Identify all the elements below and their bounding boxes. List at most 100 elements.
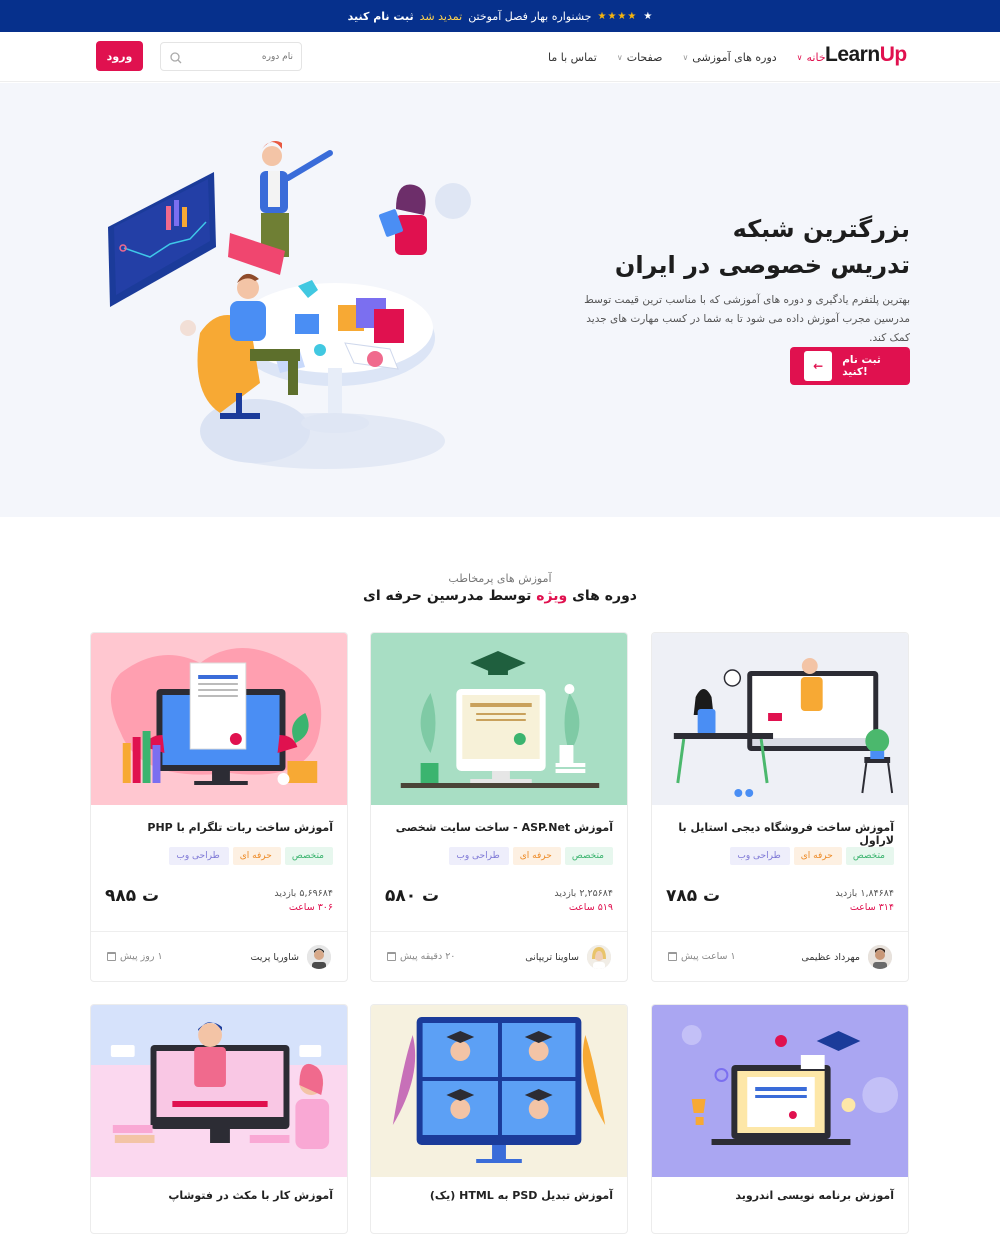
nav-item-home[interactable]: ∨ خانه — [797, 51, 826, 64]
course-tags: متخصص حرفه ای طراحی وب — [449, 847, 613, 865]
arrow-left-icon: ← — [804, 351, 833, 381]
course-views: ۱,۸۴۶۸۴ بازدید — [835, 888, 894, 899]
tag-level[interactable]: متخصص — [284, 847, 333, 865]
teacher-name[interactable]: مهرداد عظیمی — [801, 952, 860, 963]
section-subtitle: آموزش های پرمخاطب — [448, 572, 552, 585]
announcement-bar: ثبت نام کنید تمدید شد جشنواره بهار فصل آ… — [0, 0, 1000, 32]
section-title-prefix: دوره های — [572, 588, 637, 604]
course-teacher[interactable]: ساوینا تریپانی — [525, 945, 611, 969]
course-card[interactable]: آموزش ASP.Net - ساخت سایت شخصی متخصص حرف… — [370, 632, 628, 982]
course-time: ۱ ساعت پیش — [668, 951, 736, 962]
tag-level[interactable]: متخصص — [845, 847, 894, 865]
site-logo[interactable]: LearnUp — [825, 43, 907, 67]
logo-learn: Learn — [825, 43, 880, 66]
section-title-highlight: ویژه — [536, 588, 568, 604]
course-thumbnail[interactable] — [652, 633, 908, 805]
announcement-register-link[interactable]: ثبت نام کنید — [348, 10, 414, 23]
course-views: ۲,۲۵۶۸۴ بازدید — [554, 888, 613, 899]
tag-category[interactable]: طراحی وب — [169, 847, 229, 865]
calendar-icon — [668, 952, 677, 961]
avatar[interactable] — [868, 945, 892, 969]
course-tags: متخصص حرفه ای طراحی وب — [169, 847, 333, 865]
calendar-icon — [387, 952, 396, 961]
card-divider — [652, 931, 908, 932]
course-title[interactable]: آموزش ASP.Net - ساخت سایت شخصی — [383, 821, 613, 834]
hero-title-line: تدریس خصوصی در ایران — [614, 251, 910, 279]
course-views: ۵,۶۹۶۸۴ بازدید — [274, 888, 333, 899]
course-title[interactable]: آموزش تبدیل PSD به HTML (یک) — [383, 1189, 613, 1202]
course-teacher[interactable]: شاوریا پریت — [251, 945, 331, 969]
main-nav: تماس با ما ∨ صفحات ∨ دوره های آموزشی ∨ خ… — [548, 32, 826, 82]
course-title[interactable]: آموزش کار با مکث در فتوشاپ — [103, 1189, 333, 1202]
hero-description: بهترین پلتفرم یادگیری و دوره های آموزشی … — [584, 294, 910, 344]
course-price: ۷۸۵ ت — [666, 886, 721, 906]
course-hours: ۳۰۶ ساعت — [288, 902, 333, 913]
course-thumbnail[interactable] — [371, 1005, 627, 1177]
course-thumbnail[interactable] — [371, 633, 627, 805]
announcement-highlight: تمدید شد — [419, 9, 463, 23]
hero-section: بزرگترین شبکه تدریس خصوصی در ایران بهتری… — [0, 83, 1000, 517]
search-box[interactable] — [160, 42, 302, 71]
nav-label: دوره های آموزشی — [692, 50, 777, 64]
tag-category[interactable]: طراحی وب — [730, 847, 790, 865]
course-time-text: ۲۰ دقیقه پیش — [400, 951, 456, 962]
tag-pro[interactable]: حرفه ای — [232, 847, 281, 865]
nav-label: تماس با ما — [548, 50, 597, 64]
nav-item-contact[interactable]: تماس با ما — [548, 51, 597, 64]
tag-pro[interactable]: حرفه ای — [793, 847, 842, 865]
section-title: دوره های ویژه توسط مدرسین حرفه ای — [0, 588, 1000, 604]
course-teacher[interactable]: مهرداد عظیمی — [801, 945, 892, 969]
course-card[interactable]: آموزش ساخت ربات تلگرام با PHP متخصص حرفه… — [90, 632, 348, 982]
course-tags: متخصص حرفه ای طراحی وب — [730, 847, 894, 865]
course-thumbnail[interactable] — [91, 1005, 347, 1177]
chevron-down-icon: ∨ — [796, 52, 803, 62]
course-time-text: ۱ ساعت پیش — [681, 951, 736, 962]
section-title-suffix: توسط مدرسین حرفه ای — [363, 588, 532, 604]
teacher-name[interactable]: ساوینا تریپانی — [525, 952, 579, 963]
register-button-label: ثبت نام کنید! — [842, 354, 881, 378]
avatar[interactable] — [587, 945, 611, 969]
chevron-down-icon: ∨ — [616, 52, 623, 62]
course-stats: ۵,۶۹۶۸۴ بازدید ۳۰۶ ساعت — [274, 887, 333, 915]
calendar-icon — [107, 952, 116, 961]
search-input[interactable] — [189, 51, 293, 62]
star-icons: ★★★★ — [597, 10, 638, 22]
course-time: ۲۰ دقیقه پیش — [387, 951, 455, 962]
search-icon[interactable] — [169, 50, 183, 64]
course-stats: ۲,۲۵۶۸۴ بازدید ۵۱۹ ساعت — [554, 887, 613, 915]
course-hours: ۳۱۴ ساعت — [849, 902, 894, 913]
course-thumbnail[interactable] — [91, 633, 347, 805]
card-divider — [371, 931, 627, 932]
card-divider — [91, 931, 347, 932]
course-time: ۱ روز پیش — [107, 951, 163, 962]
course-thumbnail[interactable] — [652, 1005, 908, 1177]
course-stats: ۱,۸۴۶۸۴ بازدید ۳۱۴ ساعت — [835, 887, 894, 915]
nav-label: صفحات — [626, 50, 663, 64]
nav-label: خانه — [806, 50, 826, 64]
announcement-text: جشنواره بهار فصل آموختن — [468, 9, 592, 23]
course-price: ۹۸۵ ت — [105, 886, 160, 906]
site-header: ورود تماس با ما ∨ صفحات ∨ دوره های آموزش… — [0, 32, 1000, 82]
tag-level[interactable]: متخصص — [564, 847, 613, 865]
avatar[interactable] — [307, 945, 331, 969]
tag-pro[interactable]: حرفه ای — [512, 847, 561, 865]
course-title[interactable]: آموزش برنامه نویسی اندروید — [664, 1189, 894, 1202]
chevron-down-icon: ∨ — [682, 52, 689, 62]
course-title[interactable]: آموزش ساخت فروشگاه دیجی استایل با لاراول — [664, 821, 894, 847]
hero-illustration — [108, 141, 471, 469]
star-icon: ★ — [643, 10, 653, 22]
tag-category[interactable]: طراحی وب — [449, 847, 509, 865]
course-hours: ۵۱۹ ساعت — [568, 902, 613, 913]
teacher-name[interactable]: شاوریا پریت — [251, 952, 299, 963]
course-title[interactable]: آموزش ساخت ربات تلگرام با PHP — [103, 821, 333, 834]
nav-item-pages[interactable]: ∨ صفحات — [617, 51, 663, 64]
register-button[interactable]: ثبت نام کنید! ← — [790, 347, 910, 385]
course-time-text: ۱ روز پیش — [120, 951, 163, 962]
hero-title-line: بزرگترین شبکه — [732, 215, 910, 243]
course-price: ۵۸۰ ت — [385, 886, 440, 906]
login-button[interactable]: ورود — [96, 41, 143, 71]
logo-up: Up — [879, 43, 908, 66]
hero-title: بزرگترین شبکه تدریس خصوصی در ایران — [580, 211, 910, 283]
nav-item-courses[interactable]: ∨ دوره های آموزشی — [682, 51, 776, 64]
course-card[interactable]: آموزش ساخت فروشگاه دیجی استایل با لاراول… — [651, 632, 909, 982]
